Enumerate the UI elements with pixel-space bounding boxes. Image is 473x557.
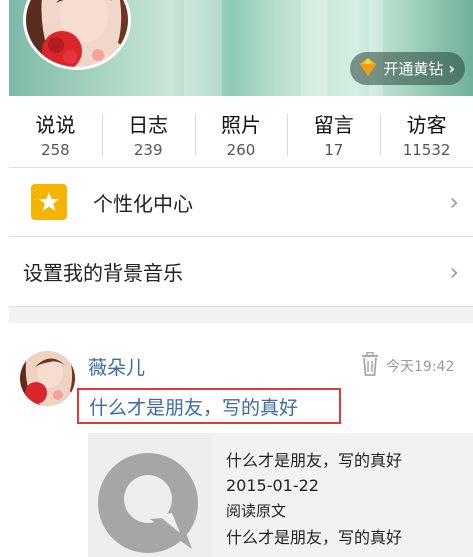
open-vip-label: 开通黄钻 bbox=[383, 60, 444, 78]
chevron-right-icon: › bbox=[449, 188, 459, 216]
open-vip-button[interactable]: 开通黄钻 › bbox=[350, 52, 465, 85]
profile-avatar[interactable] bbox=[23, 0, 131, 70]
stat-count: 239 bbox=[133, 141, 163, 159]
stat-label: 访客 bbox=[406, 113, 447, 137]
stat-label: 照片 bbox=[220, 113, 261, 137]
stat-photos[interactable]: 照片 260 bbox=[194, 106, 288, 166]
article-summary: 什么才是朋友，写的真好 bbox=[226, 528, 403, 547]
stat-shuoshuo[interactable]: 说说 258 bbox=[9, 106, 102, 166]
shared-article-card[interactable]: 什么才是朋友，写的真好 2015-01-22 阅读原文 什么才是朋友，写的真好 bbox=[88, 433, 473, 557]
star-icon bbox=[31, 184, 67, 220]
article-thumbnail bbox=[88, 433, 212, 557]
left-edge bbox=[0, 0, 9, 557]
feed-author-name[interactable]: 薇朵儿 bbox=[88, 353, 145, 380]
feed-timestamp: 今天19:42 bbox=[386, 359, 455, 375]
article-title: 什么才是朋友，写的真好 bbox=[226, 451, 403, 470]
stat-label: 日志 bbox=[128, 113, 169, 137]
background-music-label: 设置我的背景音乐 bbox=[23, 261, 183, 285]
background-music-row[interactable]: 设置我的背景音乐 › bbox=[9, 237, 473, 306]
speech-bubble-icon bbox=[88, 433, 212, 557]
stat-visitors[interactable]: 访客 11532 bbox=[380, 106, 473, 166]
stats-bar: 说说 258 日志 239 照片 260 留言 17 访客 11532 bbox=[9, 106, 473, 166]
read-original-link[interactable]: 阅读原文 bbox=[226, 500, 286, 521]
personalize-center-label: 个性化中心 bbox=[93, 191, 193, 216]
feed-post-text[interactable]: 什么才是朋友，写的真好 bbox=[77, 388, 341, 424]
section-gap bbox=[9, 307, 473, 323]
chevron-right-icon: › bbox=[448, 59, 455, 78]
stat-count: 260 bbox=[226, 141, 256, 159]
feed-author-avatar[interactable] bbox=[20, 351, 75, 406]
personalize-center-row[interactable]: 个性化中心 › bbox=[9, 168, 473, 236]
stat-count: 11532 bbox=[402, 141, 451, 159]
diamond-icon bbox=[358, 57, 378, 81]
stat-label: 说说 bbox=[35, 113, 76, 137]
stat-label: 留言 bbox=[313, 113, 354, 137]
stat-count: 17 bbox=[324, 141, 344, 159]
feed-meta: 今天19:42 bbox=[360, 351, 455, 380]
stat-messages[interactable]: 留言 17 bbox=[287, 106, 380, 166]
trash-icon[interactable] bbox=[360, 351, 380, 380]
profile-page: 开通黄钻 › 说说 258 日志 239 照片 260 留言 17 访客 115… bbox=[0, 0, 473, 557]
stat-blog[interactable]: 日志 239 bbox=[101, 106, 195, 166]
feed-post-text-content: 什么才是朋友，写的真好 bbox=[89, 396, 299, 419]
stat-count: 258 bbox=[41, 141, 70, 159]
article-date: 2015-01-22 bbox=[226, 476, 319, 495]
chevron-right-icon: › bbox=[449, 257, 459, 286]
profile-banner: 开通黄钻 › bbox=[9, 0, 473, 96]
